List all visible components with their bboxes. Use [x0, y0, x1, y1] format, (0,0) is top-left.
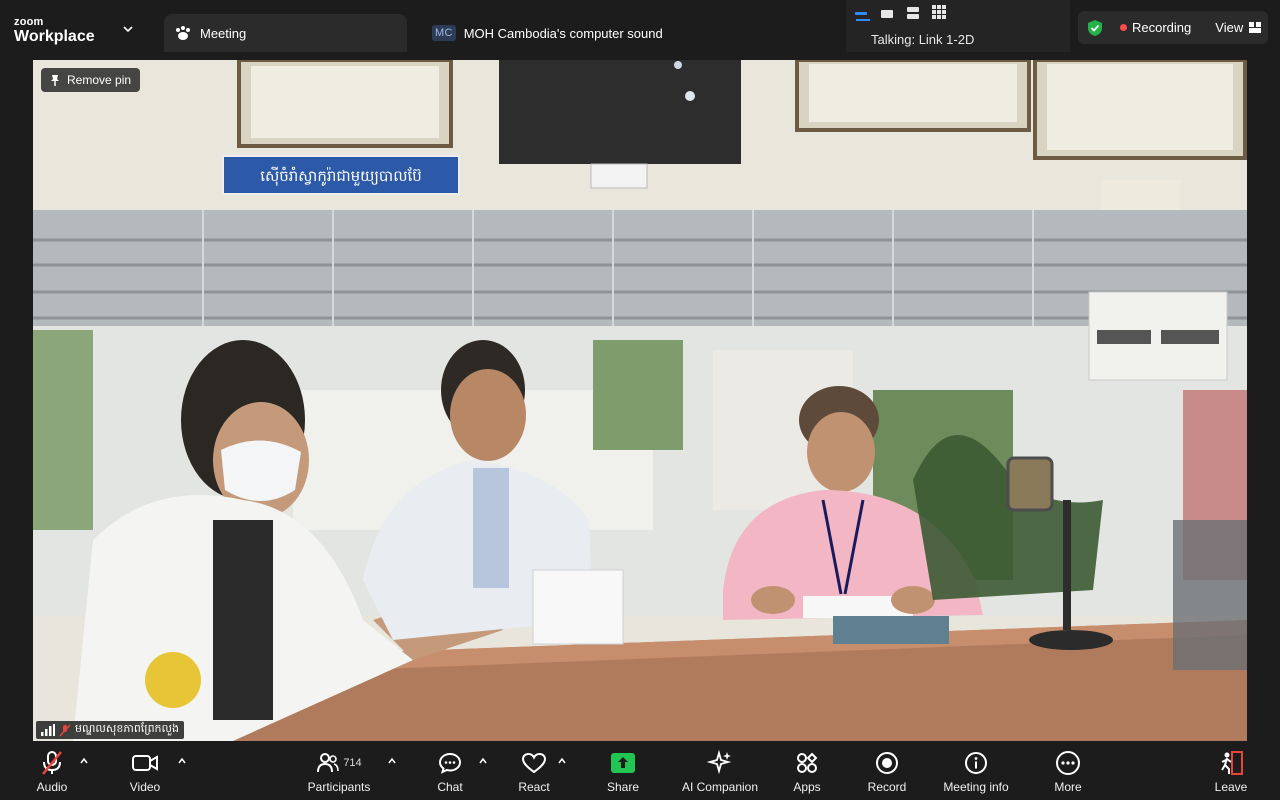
share-avatar: MC — [432, 25, 456, 41]
participants-label: Participants — [307, 780, 371, 794]
info-icon — [965, 752, 987, 774]
more-icon — [1056, 751, 1080, 775]
more-button[interactable]: More — [1050, 748, 1086, 796]
tab-meeting[interactable]: Meeting — [164, 14, 407, 52]
speaker-layout-icon[interactable] — [854, 9, 868, 19]
share-screen-icon — [611, 753, 635, 773]
share-label: MOH Cambodia's computer sound — [463, 25, 663, 41]
react-label: React — [518, 780, 550, 794]
brand-small: zoom — [14, 16, 44, 28]
share-button[interactable]: Share — [603, 748, 643, 796]
ai-companion-label: AI Companion — [681, 780, 759, 794]
video-options-caret-icon[interactable] — [177, 756, 187, 766]
react-button[interactable]: React — [514, 748, 554, 796]
gallery-small-icon[interactable] — [880, 9, 894, 19]
record-button[interactable]: Record — [864, 748, 910, 796]
recording-status[interactable]: Recording — [1132, 20, 1191, 35]
view-label: View — [1215, 20, 1244, 35]
ai-companion-button[interactable]: AI Companion — [674, 748, 766, 796]
view-grid-icon — [1249, 22, 1262, 33]
top-bar: zoom Workplace Meeting MC MOH Cambodia's… — [0, 0, 1280, 58]
chat-icon — [438, 752, 462, 774]
shared-video: ស៊ើចំរាំស្វាកូរ៉ាជាមួយ្យបាលប៊ែ Remove pi… — [33, 60, 1247, 741]
bottom-toolbar: Audio Video 714 Participants Chat React … — [0, 742, 1280, 800]
zoom-logo: zoom Workplace — [14, 17, 95, 45]
audio-button[interactable]: Audio — [32, 748, 72, 796]
view-button[interactable]: View — [1215, 20, 1262, 35]
audio-options-caret-icon[interactable] — [79, 756, 89, 766]
meeting-info-label: Meeting info — [943, 780, 1009, 794]
paw-icon — [176, 26, 190, 40]
grid-layout-icon[interactable] — [932, 5, 946, 19]
share-label: Share — [606, 780, 640, 794]
participants-icon — [317, 753, 340, 773]
apps-label: Apps — [793, 780, 821, 794]
chat-button[interactable]: Chat — [432, 748, 468, 796]
chat-label: Chat — [437, 780, 463, 794]
participants-count: 714 — [343, 757, 362, 769]
video-scene: ស៊ើចំរាំស្វាកូរ៉ាជាមួយ្យបាលប៊ែ — [33, 60, 1247, 741]
more-label: More — [1054, 780, 1082, 794]
remove-pin-label: Remove pin — [67, 73, 132, 87]
zoom-window: zoom Workplace Meeting MC MOH Cambodia's… — [0, 0, 1280, 800]
recording-dot-icon — [1120, 24, 1127, 31]
brand-big: Workplace — [14, 28, 95, 45]
apps-button[interactable]: Apps — [789, 748, 825, 796]
remove-pin-button[interactable]: Remove pin — [41, 68, 141, 92]
pin-icon — [51, 74, 59, 86]
apps-icon — [797, 752, 818, 773]
mic-muted-icon — [42, 751, 62, 775]
participants-options-caret-icon[interactable] — [387, 756, 397, 766]
record-icon — [876, 752, 898, 774]
video-label: Video — [129, 780, 161, 794]
stacked-layout-icon[interactable] — [906, 7, 920, 19]
meeting-info-button[interactable]: Meeting info — [936, 748, 1016, 796]
muted-mic-icon — [59, 723, 71, 737]
signal-strength-icon — [41, 724, 55, 736]
leave-icon — [1221, 751, 1243, 775]
chat-options-caret-icon[interactable] — [478, 756, 488, 766]
chevron-down-icon — [123, 26, 133, 33]
audio-label: Audio — [36, 780, 68, 794]
video-camera-icon — [132, 755, 158, 771]
tab-shared-screen[interactable]: MC MOH Cambodia's computer sound — [420, 14, 840, 52]
wall-sign-text: ស៊ើចំរាំស្វាកូរ៉ាជាមួយ្យបាលប៊ែ — [260, 166, 422, 186]
tab-meeting-label: Meeting — [200, 25, 247, 41]
heart-icon — [521, 752, 547, 774]
sparkle-icon — [707, 750, 732, 775]
leave-button[interactable]: Leave — [1212, 748, 1250, 796]
brand-menu[interactable]: zoom Workplace — [14, 14, 144, 48]
video-button[interactable]: Video — [125, 748, 165, 796]
participant-name-tag: មណ្ឌលសុខភាពព្រែកលួង — [36, 721, 184, 739]
react-options-caret-icon[interactable] — [557, 756, 567, 766]
leave-label: Leave — [1214, 780, 1248, 794]
layout-switcher — [854, 3, 946, 21]
active-layout-indicator — [856, 19, 870, 21]
layout-talking-panel: Talking: Link 1-2D — [846, 0, 1070, 52]
record-label: Record — [867, 780, 907, 794]
participant-name: មណ្ឌលសុខភាពព្រែកលួង — [75, 723, 179, 735]
talking-indicator: Talking: Link 1-2D — [871, 32, 975, 47]
participants-button[interactable]: 714 Participants — [303, 748, 375, 796]
status-panel: Recording View — [1078, 11, 1268, 44]
shield-check-icon[interactable] — [1086, 19, 1104, 37]
